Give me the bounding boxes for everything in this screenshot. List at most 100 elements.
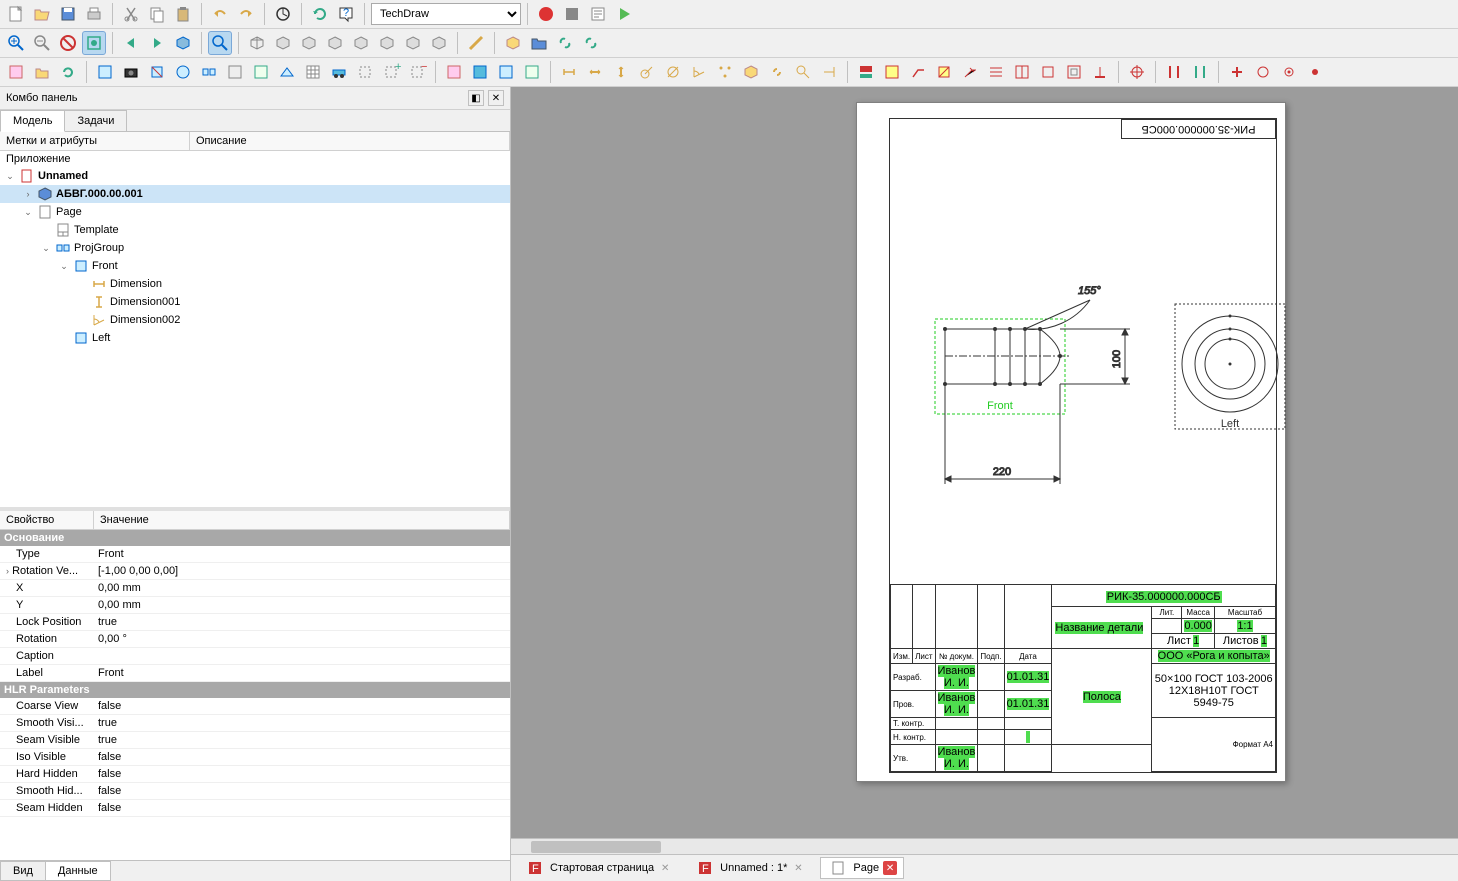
- tree-toggle-icon[interactable]: ⌄: [58, 261, 70, 272]
- td-dim-dia-icon[interactable]: [661, 60, 685, 84]
- td-decor2-icon[interactable]: [1251, 60, 1275, 84]
- prop-row[interactable]: Rotation0,00 °: [0, 631, 510, 648]
- td-pt2-icon[interactable]: [1188, 60, 1212, 84]
- td-cosbase-icon[interactable]: [1088, 60, 1112, 84]
- td-dim-link-icon[interactable]: [765, 60, 789, 84]
- prop-row[interactable]: Seam Hiddenfalse: [0, 800, 510, 817]
- tree-item-dim001[interactable]: Dimension001: [0, 293, 510, 311]
- td-image-icon[interactable]: [520, 60, 544, 84]
- no-zoom-icon[interactable]: [56, 31, 80, 55]
- tree-item-unnamed[interactable]: ⌄Unnamed: [0, 167, 510, 185]
- link2-icon[interactable]: [579, 31, 603, 55]
- prop-row[interactable]: Coarse Viewfalse: [0, 698, 510, 715]
- tree-item-projgroup[interactable]: ⌄ProjGroup: [0, 239, 510, 257]
- view-cube5-icon[interactable]: [349, 31, 373, 55]
- zoom-in-icon[interactable]: [4, 31, 28, 55]
- td-dim-3pt-icon[interactable]: [713, 60, 737, 84]
- view-cube3-icon[interactable]: [297, 31, 321, 55]
- copy-icon[interactable]: [145, 2, 169, 26]
- td-refresh-icon[interactable]: [56, 60, 80, 84]
- zoom-out-icon[interactable]: [30, 31, 54, 55]
- prop-row[interactable]: Smooth Visi...true: [0, 715, 510, 732]
- tree-item-abvg[interactable]: ›АБВГ.000.00.001: [0, 185, 510, 203]
- measure-icon[interactable]: [464, 31, 488, 55]
- td-decor4-icon[interactable]: [1303, 60, 1327, 84]
- td-decor3-icon[interactable]: [1277, 60, 1301, 84]
- whatsthis-icon[interactable]: ?: [334, 2, 358, 26]
- td-detail-icon[interactable]: [171, 60, 195, 84]
- prop-row[interactable]: LabelFront: [0, 665, 510, 682]
- close-icon[interactable]: ✕: [658, 861, 672, 875]
- link-icon[interactable]: [553, 31, 577, 55]
- view-cube8-icon[interactable]: [427, 31, 451, 55]
- tree-item-front[interactable]: ⌄Front: [0, 257, 510, 275]
- tree-item-left[interactable]: Left: [0, 329, 510, 347]
- td-anno-icon[interactable]: [880, 60, 904, 84]
- td-arch-icon[interactable]: [275, 60, 299, 84]
- macro-run-icon[interactable]: [612, 2, 636, 26]
- doc-tab-unnamed[interactable]: F Unnamed : 1* ✕: [687, 857, 812, 879]
- td-balloon-icon[interactable]: [791, 60, 815, 84]
- td-leader-icon[interactable]: [906, 60, 930, 84]
- td-symbol-icon[interactable]: [494, 60, 518, 84]
- view-cube1-icon[interactable]: [245, 31, 269, 55]
- view-cube2-icon[interactable]: [271, 31, 295, 55]
- td-dim-ext-icon[interactable]: [739, 60, 763, 84]
- td-rich-icon[interactable]: [932, 60, 956, 84]
- canvas[interactable]: РИК-35.000000.000СБ: [511, 87, 1458, 838]
- view-cube4-icon[interactable]: [323, 31, 347, 55]
- bottom-tab-view[interactable]: Вид: [0, 861, 46, 881]
- paste-icon[interactable]: [171, 2, 195, 26]
- td-hatch-icon[interactable]: [442, 60, 466, 84]
- td-section-icon[interactable]: [145, 60, 169, 84]
- td-cosline-icon[interactable]: [984, 60, 1008, 84]
- prop-row[interactable]: Lock Positiontrue: [0, 614, 510, 631]
- tree-item-template[interactable]: Template: [0, 221, 510, 239]
- td-cosframe-icon[interactable]: [1062, 60, 1086, 84]
- td-weld-icon[interactable]: [958, 60, 982, 84]
- td-clipadd-icon[interactable]: +: [379, 60, 403, 84]
- prop-row[interactable]: Smooth Hid...false: [0, 783, 510, 800]
- td-spread-icon[interactable]: [301, 60, 325, 84]
- tree-toggle-icon[interactable]: ⌄: [4, 171, 16, 182]
- td-dim-rad-icon[interactable]: [635, 60, 659, 84]
- td-center-icon[interactable]: [1125, 60, 1149, 84]
- td-open-icon[interactable]: [30, 60, 54, 84]
- tree-item-dim002[interactable]: Dimension002: [0, 311, 510, 329]
- td-pt1-icon[interactable]: [1162, 60, 1186, 84]
- print-icon[interactable]: [82, 2, 106, 26]
- part-icon[interactable]: [501, 31, 525, 55]
- td-vehicle-icon[interactable]: [327, 60, 351, 84]
- td-cosvert-icon[interactable]: [1010, 60, 1034, 84]
- td-dim-v-icon[interactable]: [609, 60, 633, 84]
- view-cube6-icon[interactable]: [375, 31, 399, 55]
- view-cube7-icon[interactable]: [401, 31, 425, 55]
- new-icon[interactable]: [4, 2, 28, 26]
- view-iso-icon[interactable]: [171, 31, 195, 55]
- undo-icon[interactable]: [208, 2, 232, 26]
- td-tb2-icon[interactable]: [249, 60, 273, 84]
- refresh-icon[interactable]: [271, 2, 295, 26]
- redo-icon[interactable]: [234, 2, 258, 26]
- tree-item-page[interactable]: ⌄Page: [0, 203, 510, 221]
- bottom-tab-data[interactable]: Данные: [45, 861, 111, 881]
- cut-icon[interactable]: [119, 2, 143, 26]
- drawing-page[interactable]: РИК-35.000000.000СБ: [856, 102, 1286, 782]
- macro-record-icon[interactable]: [534, 2, 558, 26]
- tab-tasks[interactable]: Задачи: [64, 110, 127, 131]
- td-tb1-icon[interactable]: [223, 60, 247, 84]
- tab-model[interactable]: Модель: [0, 110, 65, 132]
- macro-edit-icon[interactable]: [586, 2, 610, 26]
- td-export-icon[interactable]: [854, 60, 878, 84]
- doc-tab-page[interactable]: Page ✕: [820, 857, 904, 879]
- td-page-icon[interactable]: [4, 60, 28, 84]
- tree-toggle-icon[interactable]: ›: [6, 566, 9, 576]
- tree-toggle-icon[interactable]: ⌄: [40, 243, 52, 254]
- folder-icon[interactable]: [527, 31, 551, 55]
- td-dim-ang-icon[interactable]: [687, 60, 711, 84]
- td-dim-len-icon[interactable]: [557, 60, 581, 84]
- td-projgroup-icon[interactable]: [197, 60, 221, 84]
- macro-stop-icon[interactable]: [560, 2, 584, 26]
- td-dim-h-icon[interactable]: [583, 60, 607, 84]
- td-cosrect-icon[interactable]: [1036, 60, 1060, 84]
